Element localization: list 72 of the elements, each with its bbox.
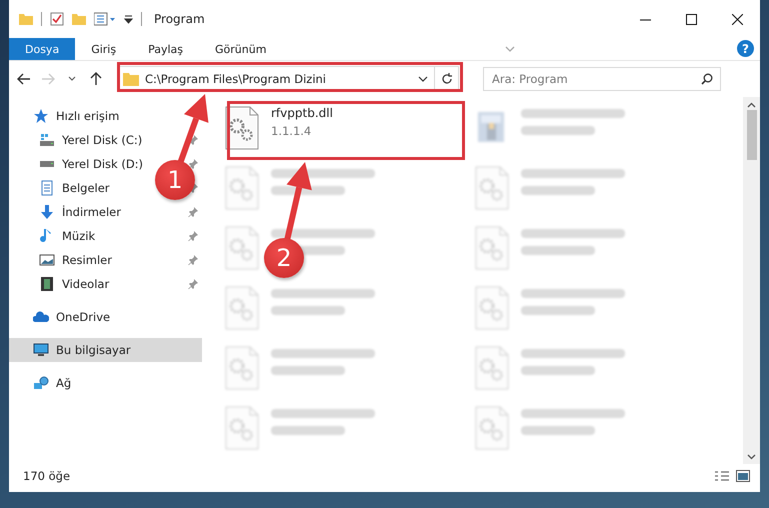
scrollbar-thumb[interactable]	[746, 110, 756, 160]
properties-icon[interactable]	[94, 12, 116, 26]
ribbon-tab[interactable]: Dosya	[9, 38, 76, 60]
refresh-icon	[440, 73, 452, 85]
sidebar-item[interactable]: Yerel Disk (C:)	[39, 129, 142, 151]
sidebar-item[interactable]: Bu bilgisayar	[33, 339, 131, 361]
sidebar-item[interactable]: Hızlı erişim	[33, 105, 120, 127]
computer-icon	[33, 342, 49, 358]
step-number-badge: 1	[155, 160, 195, 200]
sidebar-item[interactable]: Belgeler	[39, 177, 110, 199]
ribbon-tab[interactable]: Paylaş	[132, 38, 199, 60]
gear-file-icon	[225, 106, 259, 150]
window-title: Program	[154, 12, 205, 26]
checklist-icon[interactable]	[50, 12, 64, 26]
help-button[interactable]: ?	[736, 40, 754, 57]
dropdown-icon[interactable]	[124, 14, 133, 24]
forward-arrow-icon	[41, 73, 55, 85]
network-icon	[33, 375, 49, 391]
folder-icon	[19, 12, 33, 26]
file-name[interactable]: rfvpptb.dll	[271, 106, 333, 120]
large-icons-view-icon[interactable]	[736, 470, 750, 482]
ribbon-tab[interactable]: Görünüm	[199, 38, 282, 60]
gear-file-icon	[225, 226, 259, 270]
drive-icon	[39, 132, 55, 148]
search-field[interactable]: Ara: Program	[483, 67, 721, 91]
address-path: C:\Program Files\Program Dizini	[144, 72, 328, 86]
sidebar-item[interactable]: Yerel Disk (D:)	[39, 153, 144, 175]
folder-icon	[123, 72, 139, 86]
picture-icon	[39, 252, 55, 268]
sidebar-item[interactable]: İndirmeler	[39, 201, 121, 223]
gear-file-icon	[475, 226, 509, 270]
pin-icon	[188, 135, 198, 145]
star-icon	[33, 108, 49, 124]
film-icon	[39, 276, 55, 292]
step-number-badge: 2	[264, 238, 304, 278]
address-bar[interactable]: C:\Program Files\Program Dizini	[117, 66, 459, 92]
details-view-icon[interactable]	[714, 470, 730, 482]
pin-icon	[188, 279, 198, 289]
sidebar-item[interactable]: Videolar	[39, 273, 110, 295]
pin-icon	[188, 159, 198, 169]
pin-icon	[188, 231, 198, 241]
gear-file-icon	[475, 346, 509, 390]
gear-file-icon	[225, 166, 259, 210]
maximize-icon	[686, 14, 696, 24]
scrollbar[interactable]	[743, 97, 760, 464]
file-detail: 1.1.1.4	[271, 124, 312, 138]
back-arrow-icon	[17, 73, 31, 85]
scroll-up-icon	[747, 102, 756, 108]
gear-file-icon	[225, 406, 259, 450]
pin-icon	[188, 207, 198, 217]
sidebar-item[interactable]: OneDrive	[33, 306, 110, 328]
chevron-icon	[68, 76, 76, 82]
gear-file-icon	[475, 166, 509, 210]
drive-icon	[39, 161, 55, 167]
gear-file-icon	[475, 406, 509, 450]
search-icon	[701, 73, 713, 85]
sidebar-item[interactable]: Resimler	[39, 249, 112, 271]
download-icon	[39, 204, 55, 220]
item-count: 170 öğe	[23, 469, 70, 483]
cloud-icon	[33, 309, 49, 325]
gear-file-icon	[475, 286, 509, 330]
pin-icon	[188, 255, 198, 265]
document-icon	[39, 180, 55, 196]
gear-file-icon	[225, 346, 259, 390]
up-arrow-icon	[90, 72, 102, 86]
sidebar-item[interactable]: Ağ	[33, 372, 72, 394]
close-icon	[732, 14, 742, 24]
gear-file-icon	[225, 286, 259, 330]
chevron-icon[interactable]	[418, 75, 428, 83]
scroll-down-icon	[747, 454, 756, 460]
sidebar-item[interactable]: Müzik	[39, 225, 96, 247]
ribbon-tab[interactable]: Giriş	[75, 38, 132, 60]
